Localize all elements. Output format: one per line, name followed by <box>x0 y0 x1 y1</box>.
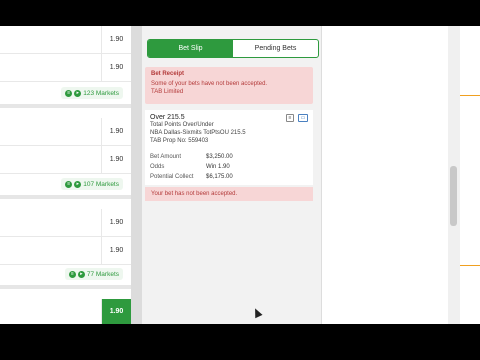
odds-value[interactable]: 1.90 <box>101 54 131 81</box>
bet-slip-panel: Bet Slip Pending Bets Bet Receipt Some o… <box>142 26 322 324</box>
stats-icon: ≡ <box>68 270 76 278</box>
odds-value[interactable]: 1.90 <box>101 118 131 145</box>
odds-value[interactable]: 1.90 <box>101 209 131 236</box>
tab-pending-bets[interactable]: Pending Bets <box>233 40 318 57</box>
markets-panel: 1.90 1.90 ≡ ▸ 123 Markets 1.90 1.90 ≡ ▸ 107 … <box>0 26 131 324</box>
odds-row: 1.90 <box>0 26 131 54</box>
markets-link[interactable]: ≡ ▸ 107 Markets <box>61 178 123 190</box>
divider <box>0 285 131 289</box>
markets-link-label: 77 Markets <box>86 270 119 278</box>
receipt-title: Bet Receipt <box>151 71 185 77</box>
odds-row: 1.90 <box>0 54 131 82</box>
video-frame: 1.90 1.90 ≡ ▸ 123 Markets 1.90 1.90 ≡ ▸ 107 … <box>0 0 480 360</box>
collect-value: $6,175.00 <box>206 174 233 180</box>
receipt-message-2: TAB Limited <box>151 89 184 95</box>
markets-link-label: 107 Markets <box>83 180 119 188</box>
receipt-message: Some of your bets have not been accepted… <box>151 81 268 87</box>
stats-icon: ≡ <box>65 180 73 188</box>
play-icon: ▸ <box>77 270 85 278</box>
bet-event: NBA Dallas-Sixmits TotPtsOU 215.5 <box>150 130 246 136</box>
right-area <box>322 26 480 324</box>
share-icon[interactable]: ▭ <box>298 114 308 122</box>
divider <box>0 104 131 108</box>
odds-label: Odds <box>150 164 165 170</box>
bet-not-accepted-alert: Your bet has not been accepted. <box>145 187 313 201</box>
markets-link[interactable]: ≡ ▸ 123 Markets <box>61 87 123 99</box>
bet-selection: Over 215.5 <box>150 114 185 121</box>
bet-amount-value: $3,250.00 <box>206 154 233 160</box>
odds-value[interactable]: 1.90 <box>101 26 131 53</box>
tab-bet-slip[interactable]: Bet Slip <box>148 40 233 57</box>
bet-card: ≡ ▭ Over 215.5 Total Points Over/Under N… <box>145 110 313 185</box>
odds-row: 1.90 <box>0 118 131 146</box>
stats-icon: ≡ <box>65 89 73 97</box>
play-icon: ▸ <box>74 180 82 188</box>
bet-receipt-alert: Bet Receipt Some of your bets have not b… <box>145 67 313 104</box>
bet-amount-label: Bet Amount <box>150 154 182 160</box>
panel-divider <box>131 26 142 324</box>
bet-icons: ≡ ▭ <box>286 114 308 122</box>
bet-slip-tabs: Bet Slip Pending Bets <box>147 39 319 58</box>
bet-amount-row: Bet Amount $3,250.00 <box>150 154 233 160</box>
odds-value-selected[interactable]: 1.90 <box>101 299 131 324</box>
odds-value[interactable]: 1.90 <box>101 237 131 264</box>
odds-value-detail: Win 1.90 <box>206 164 230 170</box>
odds-row: 1.90 <box>0 146 131 174</box>
bet-market: Total Points Over/Under <box>150 122 214 128</box>
odds-row: 1.90 <box>0 299 131 324</box>
collect-row: Potential Collect $6,175.00 <box>150 174 233 180</box>
markets-link-label: 123 Markets <box>83 89 119 97</box>
scrollbar-thumb[interactable] <box>450 166 457 226</box>
screen: 1.90 1.90 ≡ ▸ 123 Markets 1.90 1.90 ≡ ▸ 107 … <box>0 26 480 324</box>
odds-row-detail: Odds Win 1.90 <box>150 164 230 170</box>
bet-prop: TAB Prop No: 559403 <box>150 138 209 144</box>
odds-row: 1.90 <box>0 237 131 265</box>
divider <box>0 195 131 199</box>
odds-value[interactable]: 1.90 <box>101 146 131 173</box>
play-icon: ▸ <box>74 89 82 97</box>
odds-row: 1.90 <box>0 209 131 237</box>
receipt-icon[interactable]: ≡ <box>286 114 294 122</box>
markets-link[interactable]: ≡ ▸ 77 Markets <box>64 268 123 280</box>
collect-label: Potential Collect <box>150 174 194 180</box>
